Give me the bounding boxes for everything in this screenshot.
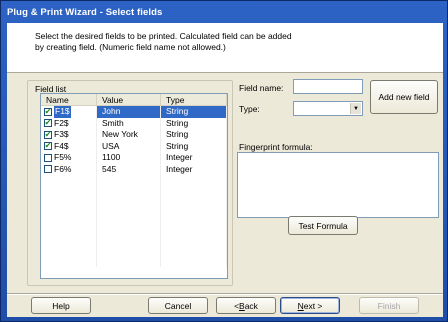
field-name-cell: F6% xyxy=(41,163,97,175)
field-row[interactable]: ✔ F1$ John String xyxy=(41,106,227,118)
test-formula-button[interactable]: Test Formula xyxy=(288,216,358,235)
field-type-cell: Integer xyxy=(161,163,227,175)
empty-cell xyxy=(41,209,97,221)
window-title: Plug & Print Wizard - Select fields xyxy=(7,7,163,18)
finish-button[interactable]: Finish xyxy=(359,297,419,314)
empty-cell xyxy=(97,186,161,198)
help-button[interactable]: Help xyxy=(31,297,91,314)
field-name-cell: ✔ F2$ xyxy=(41,117,97,129)
empty-cell xyxy=(161,221,227,233)
field-list-header: Name Value Type xyxy=(41,94,227,106)
empty-cell xyxy=(97,221,161,233)
type-select[interactable]: ▼ xyxy=(293,101,363,116)
field-row[interactable]: ✔ F4$ USA String xyxy=(41,140,227,152)
empty-cell xyxy=(161,198,227,210)
empty-cell xyxy=(41,232,97,244)
empty-cell xyxy=(97,175,161,187)
formula-textarea[interactable] xyxy=(237,152,439,218)
dialog-client: Select the desired fields to be printed.… xyxy=(7,23,443,317)
unchecked-checkbox[interactable] xyxy=(44,153,52,162)
empty-cell xyxy=(97,255,161,267)
column-header-type[interactable]: Type xyxy=(161,94,227,105)
field-name-cell: ✔ F4$ xyxy=(41,140,97,152)
empty-row xyxy=(41,209,227,221)
column-header-value[interactable]: Value xyxy=(97,94,161,105)
field-name-text: F4$ xyxy=(54,140,69,151)
field-value-cell: 545 xyxy=(97,163,161,175)
empty-cell xyxy=(161,175,227,187)
empty-row xyxy=(41,255,227,267)
empty-row xyxy=(41,221,227,233)
field-name-label: Field name: xyxy=(239,83,284,93)
field-type-cell: String xyxy=(161,117,227,129)
empty-cell xyxy=(41,175,97,187)
empty-cell xyxy=(161,255,227,267)
field-row[interactable]: ✔ F3$ New York String xyxy=(41,129,227,141)
empty-cell xyxy=(161,186,227,198)
field-name-text: F2$ xyxy=(54,117,69,128)
empty-row xyxy=(41,232,227,244)
checked-checkbox[interactable]: ✔ xyxy=(44,107,52,116)
add-new-field-button[interactable]: Add new field xyxy=(370,80,438,114)
empty-cell xyxy=(41,198,97,210)
field-name-input[interactable] xyxy=(293,79,363,94)
chevron-down-icon[interactable]: ▼ xyxy=(350,103,361,114)
back-rest: ack xyxy=(244,300,258,311)
back-button[interactable]: < Back xyxy=(216,297,276,314)
field-name-text: F5% xyxy=(54,152,72,162)
field-value-cell: Smith xyxy=(97,117,161,129)
field-type-cell: String xyxy=(161,140,227,152)
field-name-text: F6% xyxy=(54,163,72,174)
checked-checkbox[interactable]: ✔ xyxy=(44,119,52,128)
empty-row xyxy=(41,186,227,198)
empty-cell xyxy=(161,232,227,244)
empty-cell xyxy=(41,221,97,233)
field-value-cell: New York xyxy=(97,129,161,141)
formula-label: Fingerprint formula: xyxy=(239,142,313,152)
empty-cell xyxy=(97,198,161,210)
field-name-cell: ✔ F3$ xyxy=(41,129,97,141)
wizard-header: Select the desired fields to be printed.… xyxy=(7,23,443,73)
wizard-window: Plug & Print Wizard - Select fields Sele… xyxy=(0,0,448,322)
next-button[interactable]: Next > xyxy=(280,297,340,314)
field-row[interactable]: F5% 1100 Integer xyxy=(41,152,227,164)
field-name-cell: F5% xyxy=(41,152,97,164)
header-description: Select the desired fields to be printed.… xyxy=(35,31,292,52)
field-name-text: F3$ xyxy=(54,129,69,139)
empty-cell xyxy=(41,255,97,267)
empty-cell xyxy=(97,232,161,244)
field-value-cell: John xyxy=(97,106,161,118)
next-rest: ext > xyxy=(303,300,323,311)
type-label: Type: xyxy=(239,104,260,114)
field-type-cell: Integer xyxy=(161,152,227,164)
wizard-footer: Help Cancel < Back Next > Finish xyxy=(7,295,443,317)
field-list-view[interactable]: Name Value Type ✔ F1$ John String ✔ F2$ Smith S… xyxy=(40,93,228,279)
field-type-cell: String xyxy=(161,106,227,118)
field-list-rows: ✔ F1$ John String ✔ F2$ Smith String ✔ F3$ New Yor… xyxy=(41,106,227,267)
checked-checkbox[interactable]: ✔ xyxy=(44,130,52,139)
field-row[interactable]: F6% 545 Integer xyxy=(41,163,227,175)
empty-row xyxy=(41,244,227,256)
cancel-button[interactable]: Cancel xyxy=(148,297,208,314)
empty-cell xyxy=(161,209,227,221)
column-header-name[interactable]: Name xyxy=(41,94,97,105)
empty-cell xyxy=(41,186,97,198)
empty-cell xyxy=(41,244,97,256)
empty-cell xyxy=(97,209,161,221)
field-name-text: F1$ xyxy=(54,106,71,118)
field-value-cell: USA xyxy=(97,140,161,152)
empty-row xyxy=(41,198,227,210)
field-name-cell: ✔ F1$ xyxy=(41,106,97,118)
field-row[interactable]: ✔ F2$ Smith String xyxy=(41,117,227,129)
empty-row xyxy=(41,175,227,187)
empty-cell xyxy=(161,244,227,256)
checked-checkbox[interactable]: ✔ xyxy=(44,142,52,151)
field-type-cell: String xyxy=(161,129,227,141)
empty-cell xyxy=(97,244,161,256)
field-value-cell: 1100 xyxy=(97,152,161,164)
unchecked-checkbox[interactable] xyxy=(44,165,52,174)
